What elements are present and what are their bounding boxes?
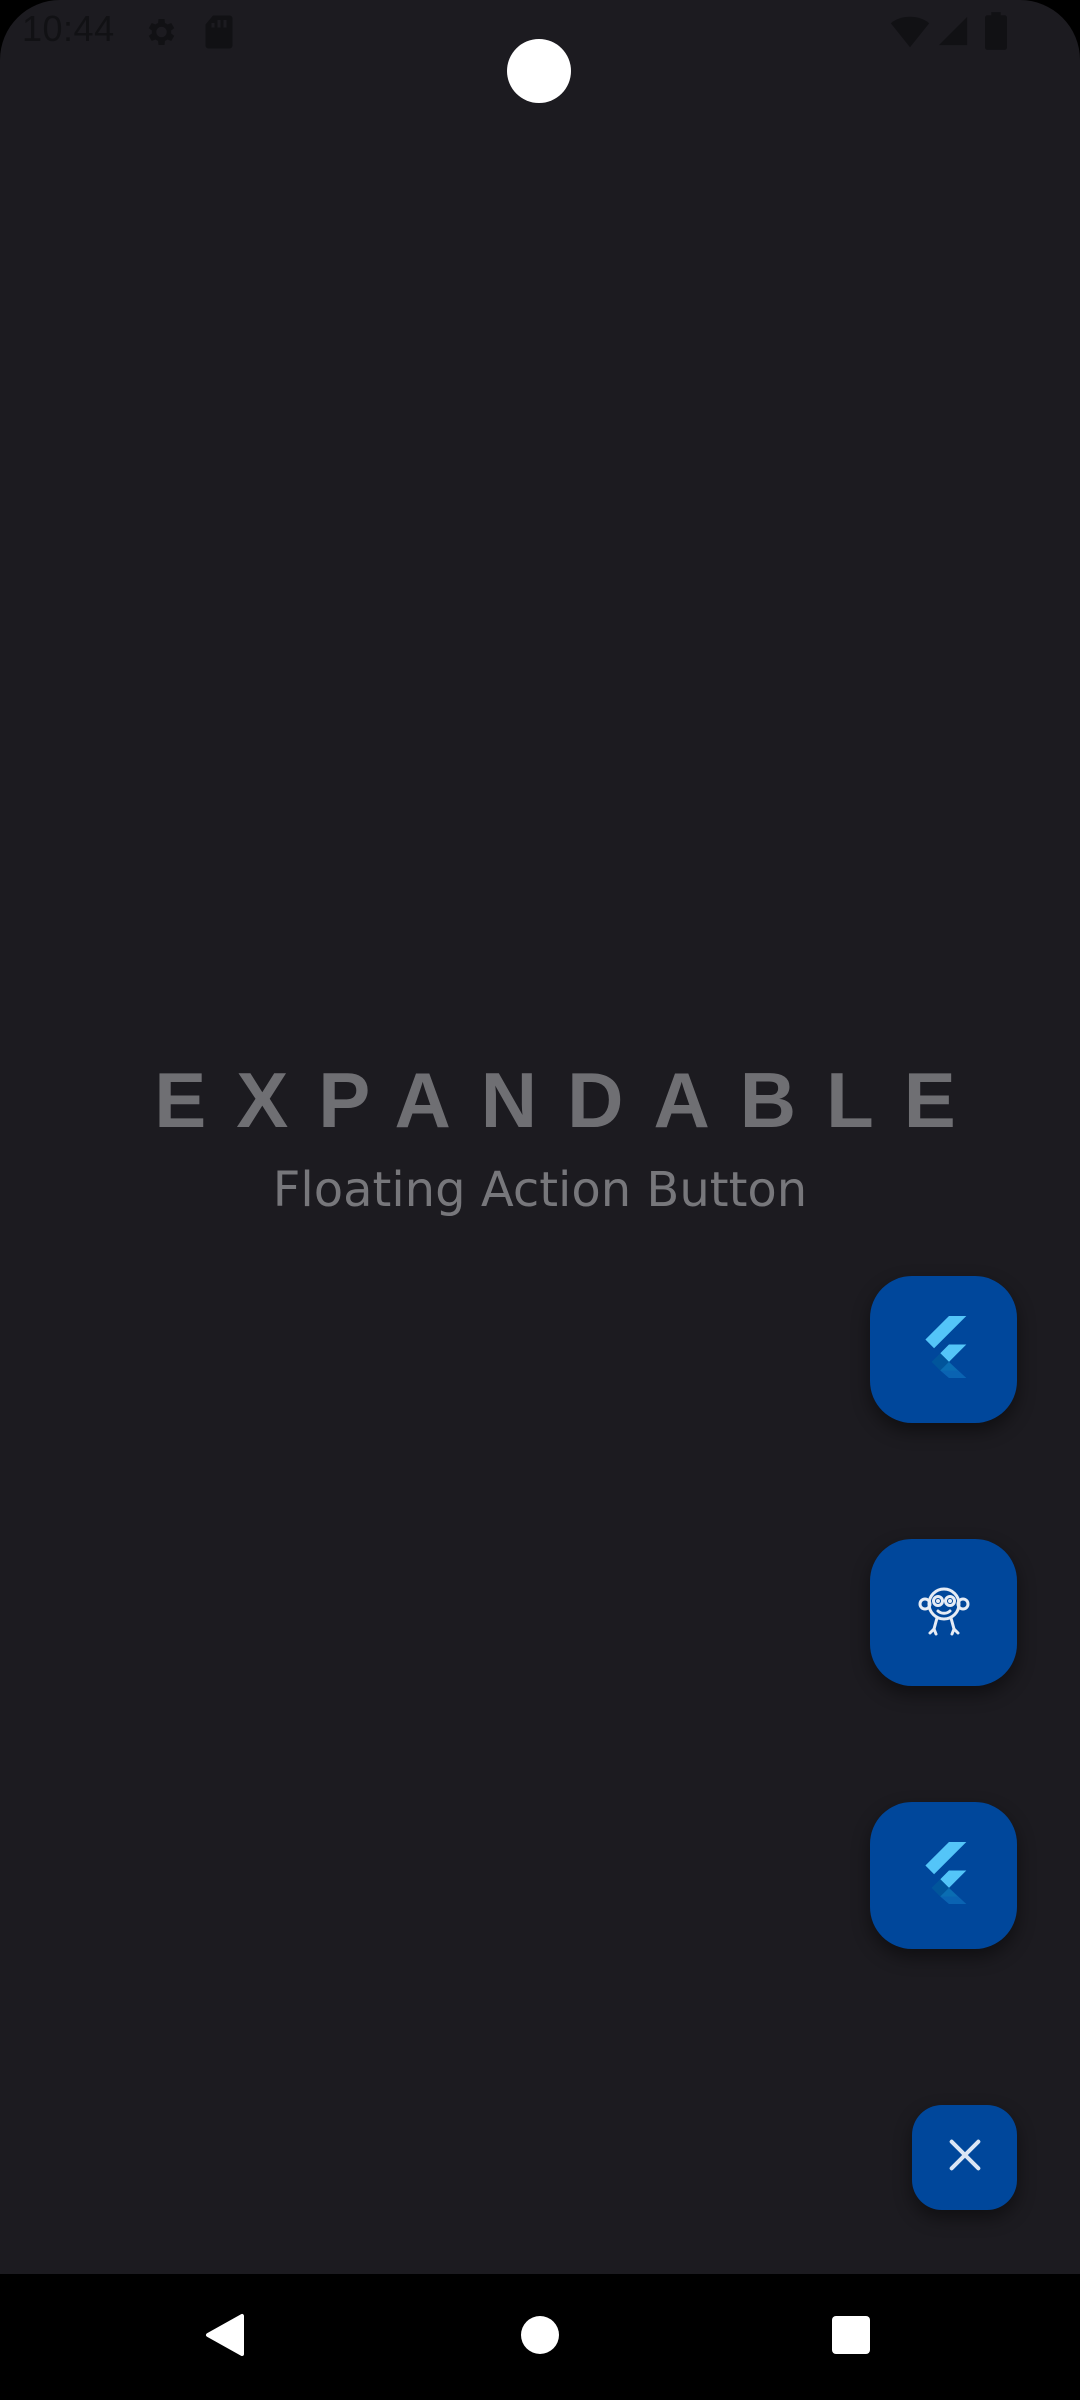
navigation-bar [0,2274,1080,2400]
fab-action-flutter-bottom[interactable] [870,1802,1017,1949]
fab-action-flutter-top[interactable] [870,1276,1017,1423]
home-circle-icon [520,2315,560,2360]
close-icon [945,2135,985,2180]
hero-title: EXPANDABLE [154,1056,986,1144]
back-triangle-icon [204,2312,246,2363]
status-time: 10:44 [22,8,115,49]
wifi-icon [890,16,930,53]
battery-icon [985,12,1007,55]
settings-gear-icon [142,14,178,55]
flutter-logo-icon [919,1842,969,1909]
nav-back-button[interactable] [155,2274,295,2400]
hero-subtitle: Floating Action Button [272,1162,808,1218]
fab-close-button[interactable] [912,2105,1017,2210]
monkey-mascot-icon [914,1580,974,1645]
nav-home-button[interactable] [470,2274,610,2400]
nav-recents-button[interactable] [781,2274,921,2400]
phone-frame: 10:44 EXPANDABLE Floating Action Button [0,0,1080,2400]
cell-signal-icon [936,14,970,53]
camera-cutout [507,39,571,103]
recents-square-icon [831,2315,871,2360]
sd-card-icon [204,14,234,55]
flutter-logo-icon [919,1316,969,1383]
fab-action-monkey[interactable] [870,1539,1017,1686]
app-screen: 10:44 EXPANDABLE Floating Action Button [0,0,1080,2274]
